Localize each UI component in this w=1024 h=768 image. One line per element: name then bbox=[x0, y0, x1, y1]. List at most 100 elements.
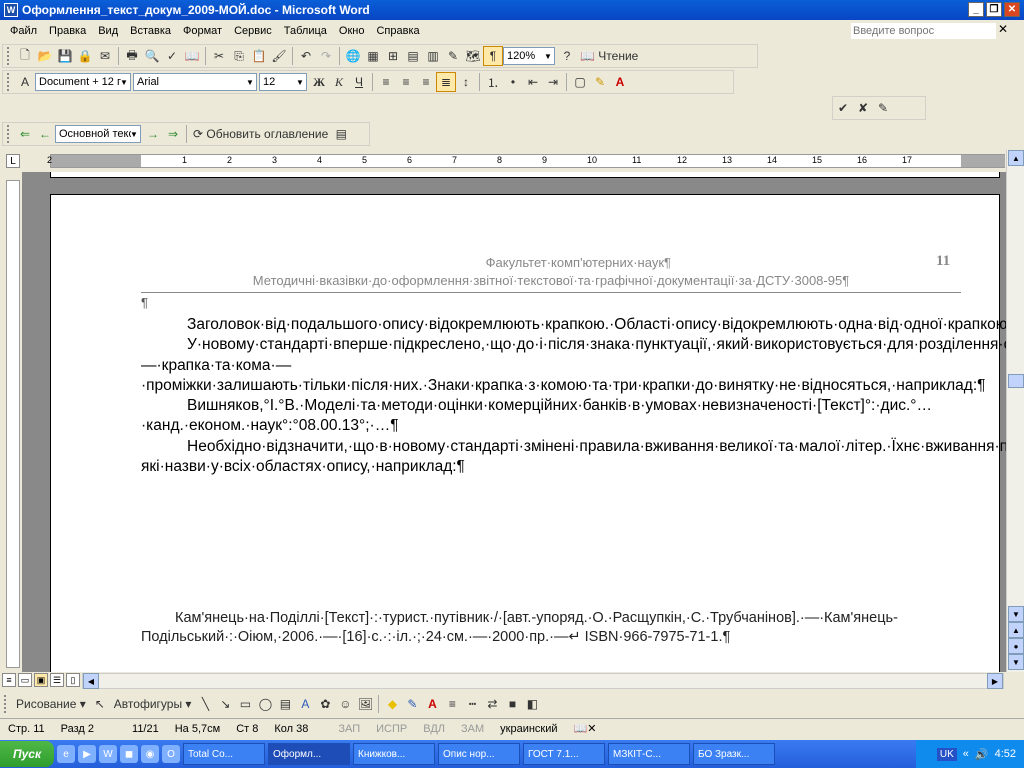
decrease-indent-icon[interactable]: ⇤ bbox=[523, 72, 543, 92]
show-hide-icon[interactable]: ¶ bbox=[483, 46, 503, 66]
hyperlink-icon[interactable]: 🌐 bbox=[343, 46, 363, 66]
track-changes-icon[interactable]: ✎ bbox=[873, 98, 893, 118]
font-select[interactable]: Arial ▼ bbox=[133, 73, 257, 91]
minimize-button[interactable]: _ bbox=[968, 2, 984, 17]
menu-file[interactable]: Файл bbox=[4, 25, 43, 37]
update-toc-button[interactable]: ⟳ Обновить оглавление bbox=[190, 124, 331, 144]
scroll-right-icon[interactable]: ▶ bbox=[987, 673, 1003, 689]
menu-table[interactable]: Таблица bbox=[278, 25, 333, 37]
quicklaunch-opera-icon[interactable]: O bbox=[162, 745, 180, 763]
3d-icon[interactable]: ◧ bbox=[522, 694, 542, 714]
numbering-icon[interactable]: ⒈ bbox=[483, 72, 503, 92]
paragraph[interactable]: Необхідно·відзначити,·що·в·новому·станда… bbox=[141, 437, 1006, 478]
help-icon[interactable]: ? bbox=[557, 46, 577, 66]
italic-icon[interactable]: К bbox=[329, 72, 349, 92]
scroll-down-icon[interactable]: ▼ bbox=[1008, 606, 1024, 622]
quicklaunch-word-icon[interactable]: W bbox=[99, 745, 117, 763]
font-color-icon[interactable]: A bbox=[610, 72, 630, 92]
task-mzkit[interactable]: МЗКІТ-С... bbox=[608, 743, 690, 765]
task-knyzhkov[interactable]: Книжков... bbox=[353, 743, 435, 765]
arrow-icon[interactable]: ↘ bbox=[215, 694, 235, 714]
insert-table-icon[interactable]: ⊞ bbox=[383, 46, 403, 66]
paragraph[interactable]: Вишняков,°І.°В.·Моделі·та·методи·оцінки·… bbox=[141, 396, 961, 437]
redo-icon[interactable]: ↷ bbox=[316, 46, 336, 66]
reject-change-icon[interactable]: ✘ bbox=[853, 98, 873, 118]
tray-chevron-icon[interactable]: « bbox=[963, 748, 969, 760]
next-page-icon[interactable]: ▼ bbox=[1008, 654, 1024, 670]
menu-view[interactable]: Вид bbox=[92, 25, 124, 37]
arrow-style-icon[interactable]: ⇄ bbox=[482, 694, 502, 714]
status-language[interactable]: украинский bbox=[492, 723, 565, 735]
status-ovr[interactable]: ЗАМ bbox=[453, 723, 492, 735]
draw-menu-button[interactable]: Рисование ▾ bbox=[12, 694, 90, 714]
prev-page-icon[interactable]: ▲ bbox=[1008, 622, 1024, 638]
scroll-up-icon[interactable]: ▲ bbox=[1008, 150, 1024, 166]
align-left-icon[interactable]: ≡ bbox=[376, 72, 396, 92]
tables-borders-icon[interactable]: ▦ bbox=[363, 46, 383, 66]
body-text[interactable]: Заголовок·від·подальшого·опису·відокремл… bbox=[141, 315, 1006, 478]
underline-icon[interactable]: Ч bbox=[349, 72, 369, 92]
task-gost[interactable]: ГОСТ 7.1... bbox=[523, 743, 605, 765]
style-select[interactable]: Document + 12 г ▼ bbox=[35, 73, 131, 91]
save-icon[interactable]: 💾 bbox=[55, 46, 75, 66]
open-icon[interactable]: 📂 bbox=[35, 46, 55, 66]
menu-window[interactable]: Окно bbox=[333, 25, 371, 37]
wordart-icon[interactable]: A bbox=[295, 694, 315, 714]
print-icon[interactable]: 🖶 bbox=[122, 46, 142, 66]
format-painter-icon[interactable]: 🖌 bbox=[269, 46, 289, 66]
line-spacing-icon[interactable]: ↕ bbox=[456, 72, 476, 92]
menu-format[interactable]: Формат bbox=[177, 25, 228, 37]
highlight-icon[interactable]: ✎ bbox=[590, 72, 610, 92]
help-search-input[interactable] bbox=[851, 23, 996, 39]
text-box-icon[interactable]: ▤ bbox=[275, 694, 295, 714]
spelling-status-icon[interactable]: 📖✕ bbox=[566, 722, 605, 735]
demote-icon[interactable]: → bbox=[143, 124, 163, 144]
font-size-select[interactable]: 12 ▼ bbox=[259, 73, 307, 91]
status-rec[interactable]: ЗАП bbox=[330, 723, 368, 735]
bold-icon[interactable]: Ж bbox=[309, 72, 329, 92]
language-indicator[interactable]: UK bbox=[936, 747, 957, 761]
fill-color-icon[interactable]: ◆ bbox=[382, 694, 402, 714]
scroll-left-icon[interactable]: ◀ bbox=[83, 673, 99, 689]
picture-icon[interactable]: 🖼 bbox=[355, 694, 375, 714]
horizontal-ruler[interactable]: 2 1 2 3 4 5 6 7 8 9 10 11 12 13 14 15 16 17 bbox=[47, 154, 1005, 168]
paste-icon[interactable]: 📋 bbox=[249, 46, 269, 66]
columns-icon[interactable]: ▥ bbox=[423, 46, 443, 66]
toolbar-grip[interactable] bbox=[7, 125, 11, 143]
horizontal-scrollbar[interactable]: ◀ ▶ bbox=[82, 673, 1004, 689]
menu-insert[interactable]: Вставка bbox=[124, 25, 177, 37]
reading-view-icon[interactable]: ▯ bbox=[66, 673, 80, 687]
print-preview-icon[interactable]: 🔍 bbox=[142, 46, 162, 66]
quicklaunch-firefox-icon[interactable]: ◉ bbox=[141, 745, 159, 763]
menu-help[interactable]: Справка bbox=[370, 25, 425, 37]
demote-to-body-icon[interactable]: ⇒ bbox=[163, 124, 183, 144]
cut-icon[interactable]: ✂ bbox=[209, 46, 229, 66]
vertical-ruler[interactable] bbox=[6, 180, 20, 668]
toolbar-grip[interactable] bbox=[7, 47, 11, 65]
vertical-scrollbar[interactable]: ▲ ▼ ▲ ● ▼ bbox=[1006, 150, 1024, 672]
paragraph[interactable]: Заголовок·від·подальшого·опису·відокремл… bbox=[141, 315, 1006, 335]
permission-icon[interactable]: 🔒 bbox=[75, 46, 95, 66]
promote-to-heading-icon[interactable]: ⇐ bbox=[15, 124, 35, 144]
line-color-icon[interactable]: ✎ bbox=[402, 694, 422, 714]
close-doc-icon[interactable]: ✕ bbox=[998, 22, 1008, 36]
bibliography-entry[interactable]: Кам'янець·на·Поділлі·[Текст]·:·турист.·п… bbox=[141, 609, 971, 647]
scroll-thumb[interactable] bbox=[1008, 374, 1024, 388]
restore-button[interactable]: ❐ bbox=[986, 2, 1002, 17]
task-bo-zrazk[interactable]: БО Зразк... bbox=[693, 743, 775, 765]
insert-excel-icon[interactable]: ▤ bbox=[403, 46, 423, 66]
paragraph[interactable]: Кам'янець·на·Поділлі·[Текст]·:·турист.·п… bbox=[141, 609, 971, 647]
outline-view-icon[interactable]: ☰ bbox=[50, 673, 64, 687]
menu-tools[interactable]: Сервис bbox=[228, 25, 278, 37]
justify-icon[interactable]: ≣ bbox=[436, 72, 456, 92]
new-icon[interactable]: 🗋 bbox=[15, 46, 35, 66]
line-style-icon[interactable]: ≡ bbox=[442, 694, 462, 714]
task-opys-nor[interactable]: Опис нор... bbox=[438, 743, 520, 765]
zoom-select[interactable]: 120% ▼ bbox=[503, 47, 555, 65]
accept-change-icon[interactable]: ✔ bbox=[833, 98, 853, 118]
diagram-icon[interactable]: ✿ bbox=[315, 694, 335, 714]
print-view-icon[interactable]: ▣ bbox=[34, 673, 48, 687]
toolbar-grip[interactable] bbox=[7, 73, 11, 91]
outline-level-select[interactable]: Основной текст ▼ bbox=[55, 125, 141, 143]
task-oformlennya[interactable]: Оформл... bbox=[268, 743, 350, 765]
